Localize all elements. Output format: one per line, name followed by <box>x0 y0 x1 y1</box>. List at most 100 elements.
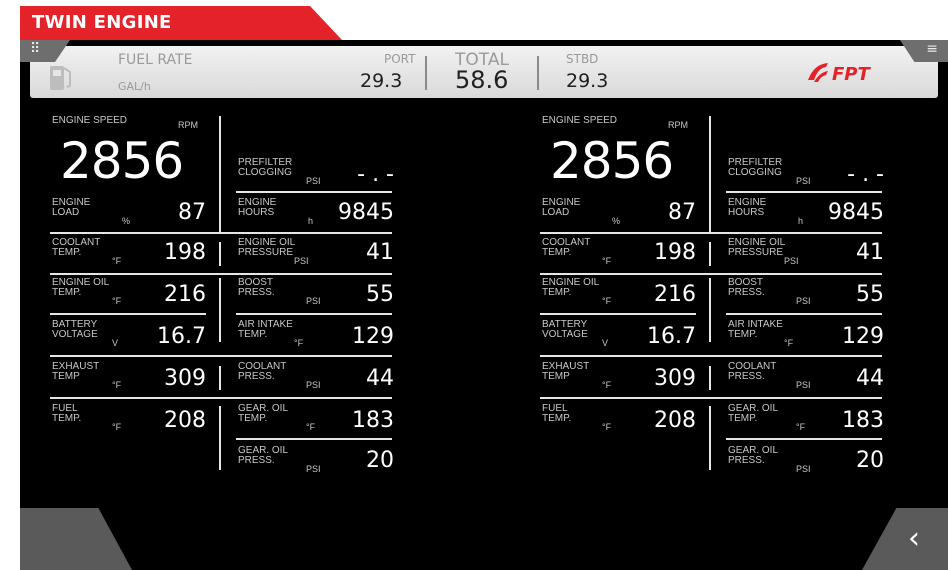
engine-oil-temp-label-line2: TEMP. <box>542 287 572 298</box>
row-divider <box>540 273 882 275</box>
exhaust-temp-value: 309 <box>164 366 206 391</box>
gear-oil-temp-unit: °F <box>306 422 316 432</box>
engine-oil-temp-value: 216 <box>654 282 696 307</box>
column-divider <box>219 366 221 390</box>
engine-oil-temp-unit: °F <box>602 296 612 306</box>
column-divider <box>219 242 221 266</box>
engine-load-label-line2: LOAD <box>542 207 570 218</box>
boost-press-unit: PSI <box>796 296 811 306</box>
coolant-temp-label-line2: TEMP. <box>542 247 572 258</box>
coolant-temp-unit: °F <box>112 256 122 266</box>
battery-voltage-unit: V <box>112 338 119 348</box>
air-intake-temp-unit: °F <box>784 338 794 348</box>
coolant-temp-value: 198 <box>164 240 206 265</box>
engine-load-value: 87 <box>668 200 696 225</box>
exhaust-temp-unit: °F <box>602 380 612 390</box>
total-value: 58.6 <box>455 66 509 94</box>
fpt-logo: FPT <box>808 63 871 85</box>
engine-speed-unit: RPM <box>668 120 688 130</box>
row-divider <box>50 273 392 275</box>
exhaust-temp-value: 309 <box>654 366 696 391</box>
bottom-left-button[interactable] <box>20 508 132 570</box>
fuel-rate-label: FUEL RATE <box>118 52 193 68</box>
column-divider <box>709 406 711 470</box>
battery-voltage-value: 16.7 <box>157 324 206 349</box>
coolant-press-label-line2: PRESS. <box>728 371 765 382</box>
fuel-temp-label-line2: TEMP. <box>542 413 572 424</box>
fuel-rate-panel: FUEL RATE GAL/h PORT 29.3 TOTAL 58.6 STB… <box>30 46 938 98</box>
column-divider <box>219 406 221 470</box>
exhaust-temp-label-line2: TEMP <box>52 371 80 382</box>
coolant-temp-label-line2: TEMP. <box>52 247 82 258</box>
engine-oil-temp-value: 216 <box>164 282 206 307</box>
column-divider <box>709 278 711 342</box>
coolant-temp-unit: °F <box>602 256 612 266</box>
battery-voltage-value: 16.7 <box>647 324 696 349</box>
row-divider <box>726 438 882 440</box>
engine-oil-pressure-label-line2: PRESSURE <box>728 247 784 258</box>
prefilter-unit: PSI <box>796 176 811 186</box>
port-value: 29.3 <box>360 70 403 92</box>
gear-oil-press-value: 20 <box>366 448 394 473</box>
fpt-logo-text: FPT <box>832 64 871 85</box>
fuel-pump-icon <box>50 66 71 90</box>
engine-load-label-line2: LOAD <box>52 207 80 218</box>
boost-press-label-line2: PRESS. <box>238 287 275 298</box>
column-divider <box>709 116 711 232</box>
engine-oil-pressure-value: 41 <box>856 240 884 265</box>
row-divider <box>50 313 206 315</box>
row-divider <box>236 191 392 193</box>
stbd-value: 29.3 <box>566 70 609 92</box>
air-intake-temp-value: 129 <box>352 324 394 349</box>
gear-oil-press-label-line2: PRESS. <box>728 455 765 466</box>
gear-oil-temp-value: 183 <box>842 408 884 433</box>
exhaust-temp-unit: °F <box>112 380 122 390</box>
fuel-rate-unit: GAL/h <box>118 80 151 93</box>
coolant-press-value: 44 <box>366 366 394 391</box>
prefilter-value: - . - <box>357 162 394 187</box>
engine-hours-value: 9845 <box>828 200 884 225</box>
engine-hours-unit: h <box>798 216 804 226</box>
grid-icon: ⠿ <box>30 41 41 57</box>
gear-oil-temp-value: 183 <box>352 408 394 433</box>
engine-speed-value: 2856 <box>550 132 674 190</box>
back-button[interactable]: ‹ <box>862 508 948 570</box>
coolant-temp-value: 198 <box>654 240 696 265</box>
prefilter-unit: PSI <box>306 176 321 186</box>
column-divider <box>219 116 221 232</box>
column-divider <box>709 366 711 390</box>
boost-press-unit: PSI <box>306 296 321 306</box>
gear-oil-press-value: 20 <box>856 448 884 473</box>
gear-oil-temp-label-line2: TEMP. <box>728 413 758 424</box>
air-intake-temp-unit: °F <box>294 338 304 348</box>
engine-speed-value: 2856 <box>60 132 184 190</box>
row-divider <box>50 397 392 399</box>
port-engine-panel: ENGINE SPEED RPM 2856 PREFILTER CLOGGING… <box>50 112 430 492</box>
coolant-press-label-line2: PRESS. <box>238 371 275 382</box>
column-divider <box>709 242 711 266</box>
hamburger-menu-icon: ≡ <box>926 41 938 57</box>
exhaust-temp-label-line2: TEMP <box>542 371 570 382</box>
row-divider <box>540 232 882 234</box>
chevron-left-icon: ‹ <box>908 521 920 556</box>
air-intake-temp-label-line2: TEMP. <box>728 329 758 340</box>
air-intake-temp-label-line2: TEMP. <box>238 329 268 340</box>
row-divider <box>726 191 882 193</box>
engine-speed-label: ENGINE SPEED <box>52 115 128 126</box>
engine-oil-pressure-unit: PSI <box>784 256 799 266</box>
gear-oil-press-unit: PSI <box>796 464 811 474</box>
boost-press-value: 55 <box>366 282 394 307</box>
engine-hours-label-line2: HOURS <box>728 207 765 218</box>
engine-oil-temp-unit: °F <box>112 296 122 306</box>
prefilter-label-line2: CLOGGING <box>728 167 782 178</box>
fuel-temp-value: 208 <box>654 408 696 433</box>
header-divider <box>425 56 427 90</box>
fuel-temp-unit: °F <box>602 422 612 432</box>
engine-oil-pressure-value: 41 <box>366 240 394 265</box>
engine-oil-pressure-unit: PSI <box>294 256 309 266</box>
fuel-temp-value: 208 <box>164 408 206 433</box>
engine-hours-value: 9845 <box>338 200 394 225</box>
gear-oil-temp-label-line2: TEMP. <box>238 413 268 424</box>
coolant-press-unit: PSI <box>306 380 321 390</box>
battery-voltage-label-line2: VOLTAGE <box>542 329 588 340</box>
